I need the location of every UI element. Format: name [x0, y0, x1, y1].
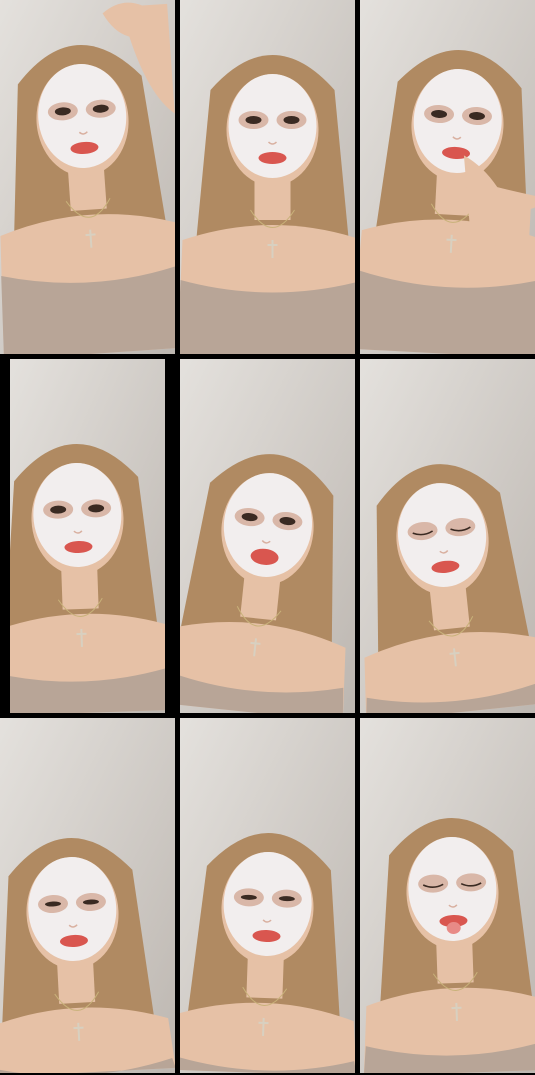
photo-panel-6	[360, 359, 535, 713]
panel-illustration	[0, 718, 175, 1073]
eye	[245, 116, 262, 124]
panel-illustration	[360, 359, 535, 713]
lips	[258, 152, 287, 164]
panel-illustration	[360, 718, 535, 1073]
photo-panel-5	[180, 359, 355, 713]
photo-panel-3	[360, 0, 535, 354]
photo-panel-7	[0, 718, 175, 1073]
panel-illustration	[180, 359, 355, 713]
photo-panel-2	[180, 0, 355, 354]
panel-illustration	[10, 359, 165, 713]
panel-illustration	[180, 0, 355, 354]
panel-illustration	[360, 0, 535, 354]
photo-panel-4	[10, 359, 165, 713]
panel-illustration	[0, 0, 175, 354]
photo-collage-grid	[0, 0, 535, 1075]
photo-panel-9	[360, 718, 535, 1073]
photo-panel-8	[180, 718, 355, 1073]
panel-illustration	[180, 718, 355, 1073]
photo-panel-1	[0, 0, 175, 354]
eye	[283, 116, 300, 124]
